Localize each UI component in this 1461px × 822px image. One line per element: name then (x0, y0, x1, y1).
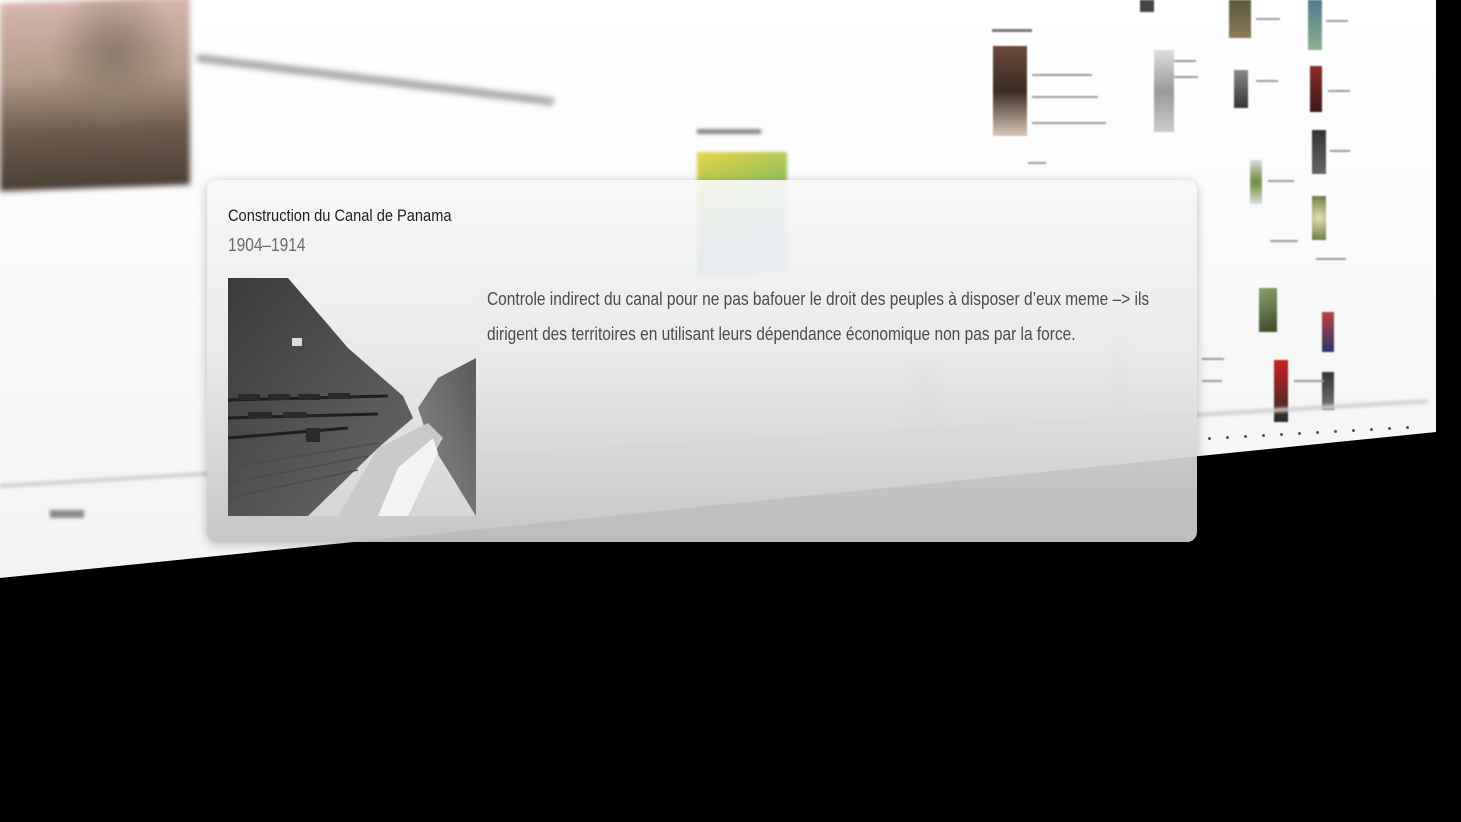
timeline-text-line (1202, 380, 1222, 382)
timeline-text-line (1032, 122, 1106, 124)
timeline-tick (1406, 426, 1409, 429)
event-detail-card[interactable]: Construction du Canal de Panama 1904–191… (207, 180, 1197, 542)
canal-photo-icon (228, 278, 476, 516)
event-date: 1904–1914 (228, 235, 306, 255)
event-photo[interactable] (228, 278, 476, 516)
timeline-text-line (1174, 76, 1198, 78)
timeline-event-thumbnail[interactable] (0, 0, 190, 192)
timeline-text-line (1256, 18, 1280, 20)
timeline-event-caption (195, 46, 565, 112)
timeline-event-thumbnail[interactable] (1322, 312, 1334, 352)
timeline-text-line (1330, 150, 1350, 152)
timeline-event-thumbnail[interactable] (1312, 196, 1326, 240)
timeline-event-thumbnail[interactable] (1308, 0, 1322, 50)
timeline-event-thumbnail[interactable] (1250, 160, 1262, 204)
timeline-tick (1262, 434, 1265, 437)
timeline-event-thumbnail[interactable] (1274, 360, 1288, 422)
timeline-text-line (1256, 80, 1278, 82)
event-description: Controle indirect du canal pour ne pas b… (487, 289, 1150, 344)
timeline-tick (1334, 430, 1337, 433)
timeline-tick (1280, 433, 1283, 436)
timeline-3d-view: Construction du Canal de Panama 1904–191… (0, 0, 1461, 822)
timeline-event-title (697, 126, 761, 136)
timeline-text-line (1294, 380, 1324, 382)
timeline-event-thumbnail[interactable] (1229, 0, 1251, 38)
timeline-event-thumbnail[interactable] (1140, 0, 1154, 12)
timeline-tick (1352, 429, 1355, 432)
timeline-event-thumbnail[interactable] (1234, 70, 1248, 108)
timeline-text-line (1028, 162, 1046, 164)
timeline-tick (1298, 432, 1301, 435)
timeline-text-line (1326, 20, 1348, 22)
timeline-event-thumbnail[interactable] (1312, 130, 1326, 174)
timeline-event-thumbnail[interactable] (1310, 66, 1322, 112)
timeline-text-line (1328, 90, 1350, 92)
event-title: Construction du Canal de Panama (228, 206, 452, 225)
timeline-text-line (1270, 240, 1298, 242)
timeline-text-line (1032, 74, 1092, 76)
timeline-axis-label (50, 505, 84, 521)
timeline-text-line (1268, 180, 1294, 182)
timeline-tick (1226, 436, 1229, 439)
timeline-tick (1370, 428, 1373, 431)
timeline-text-line (1032, 96, 1098, 98)
timeline-tick (1208, 437, 1211, 440)
timeline-text-line (1202, 358, 1224, 360)
timeline-tick (1388, 427, 1391, 430)
timeline-event-thumbnail[interactable] (1154, 50, 1174, 132)
timeline-tick (1244, 435, 1247, 438)
timeline-text-line (1316, 258, 1346, 260)
timeline-event-thumbnail[interactable] (993, 46, 1027, 136)
timeline-event-thumbnail[interactable] (1259, 288, 1277, 332)
timeline-event-title (992, 28, 1032, 34)
timeline-tick (1316, 431, 1319, 434)
timeline-text-line (1174, 60, 1196, 62)
